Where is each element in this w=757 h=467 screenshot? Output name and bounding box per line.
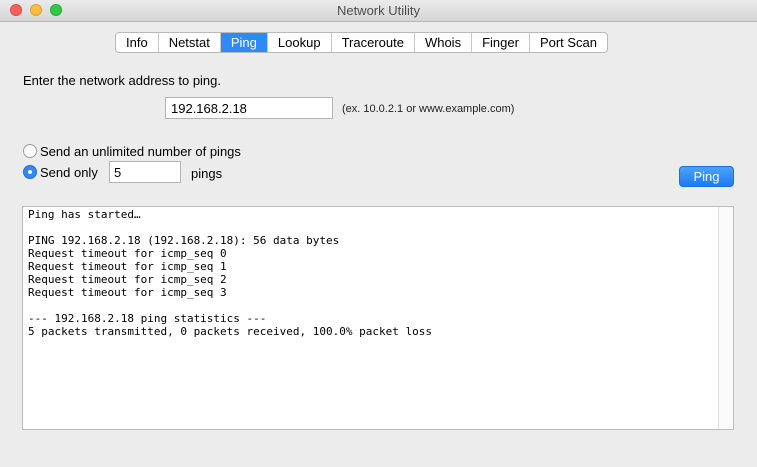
unlimited-pings-radio[interactable]	[23, 144, 37, 158]
send-only-radio[interactable]	[23, 165, 37, 179]
pings-suffix-label: pings	[191, 166, 223, 181]
ping-button[interactable]: Ping	[679, 166, 734, 187]
title-bar[interactable]: Network Utility	[0, 0, 757, 22]
window-title: Network Utility	[336, 3, 421, 18]
ping-output-area[interactable]: Ping has started… PING 192.168.2.18 (192…	[22, 206, 734, 430]
tab-traceroute[interactable]: Traceroute	[332, 33, 415, 52]
tab-finger[interactable]: Finger	[472, 33, 530, 52]
send-only-label[interactable]: Send only	[40, 165, 98, 180]
ping-count-input[interactable]	[109, 161, 181, 183]
tab-port-scan[interactable]: Port Scan	[530, 33, 607, 52]
ping-prompt: Enter the network address to ping.	[23, 73, 222, 88]
address-input[interactable]	[165, 97, 333, 119]
tab-ping[interactable]: Ping	[220, 33, 268, 52]
output-scrollbar[interactable]	[718, 207, 733, 429]
tab-bar: Info Netstat Ping Lookup Traceroute Whoi…	[115, 32, 609, 53]
unlimited-pings-label[interactable]: Send an unlimited number of pings	[40, 144, 241, 159]
tab-whois[interactable]: Whois	[415, 33, 473, 52]
tab-lookup[interactable]: Lookup	[268, 33, 332, 52]
network-utility-window: Network Utility Info Netstat Ping Lookup…	[0, 0, 757, 467]
tab-netstat[interactable]: Netstat	[159, 33, 221, 52]
tab-info[interactable]: Info	[116, 33, 159, 52]
ping-output-text: Ping has started… PING 192.168.2.18 (192…	[28, 208, 432, 338]
address-hint: (ex. 10.0.2.1 or www.example.com)	[342, 103, 515, 115]
